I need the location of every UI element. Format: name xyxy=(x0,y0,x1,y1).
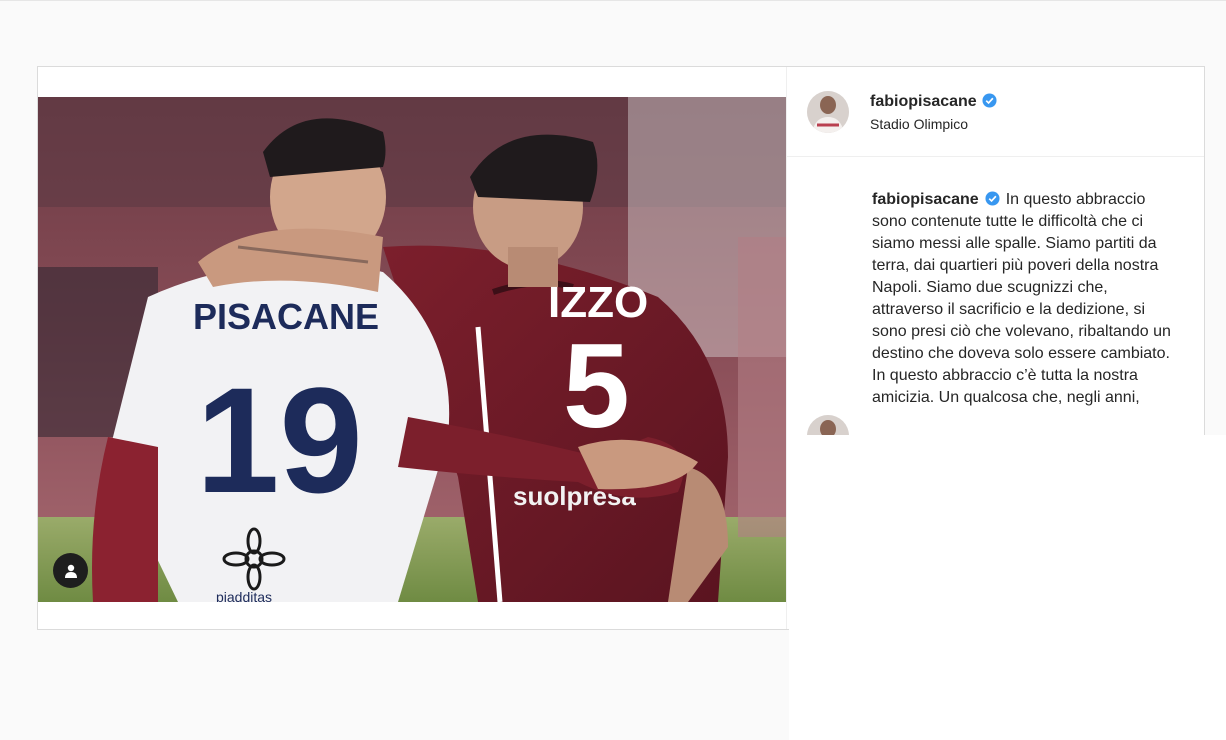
user-tag-icon xyxy=(64,564,77,578)
caption-avatar[interactable] xyxy=(807,415,849,435)
photo-illustration: IZZO 5 suolpresa PISACANE 19 piadditas xyxy=(38,97,786,602)
top-border xyxy=(0,0,1226,1)
location-link[interactable]: Stadio Olimpico xyxy=(870,116,968,132)
user-tag-button[interactable] xyxy=(53,553,88,588)
left-player-number: 19 xyxy=(196,356,363,524)
caption-text: In questo abbraccio sono contenute tutte… xyxy=(872,191,1171,406)
verified-badge-icon xyxy=(985,191,1000,206)
left-player-name: PISACANE xyxy=(193,296,379,337)
avatar-image xyxy=(807,91,849,133)
post-image[interactable]: IZZO 5 suolpresa PISACANE 19 piadditas xyxy=(38,97,786,602)
caption: fabiopisacane In questo abbraccio sono co… xyxy=(872,189,1172,409)
comments-panel: fabiopisacane In questo abbraccio sono co… xyxy=(787,157,1204,435)
header-username[interactable]: fabiopisacane xyxy=(870,93,977,110)
shirt-sponsor-text: piadditas xyxy=(216,589,272,602)
verified-badge-icon xyxy=(982,93,997,108)
right-player-number: 5 xyxy=(563,319,630,453)
post-header xyxy=(787,67,1204,157)
avatar[interactable] xyxy=(807,91,849,133)
header-username-row: fabiopisacane xyxy=(870,93,997,111)
caption-avatar-image xyxy=(807,415,849,435)
caption-username[interactable]: fabiopisacane xyxy=(872,191,979,208)
overlay-panel xyxy=(789,435,1226,740)
